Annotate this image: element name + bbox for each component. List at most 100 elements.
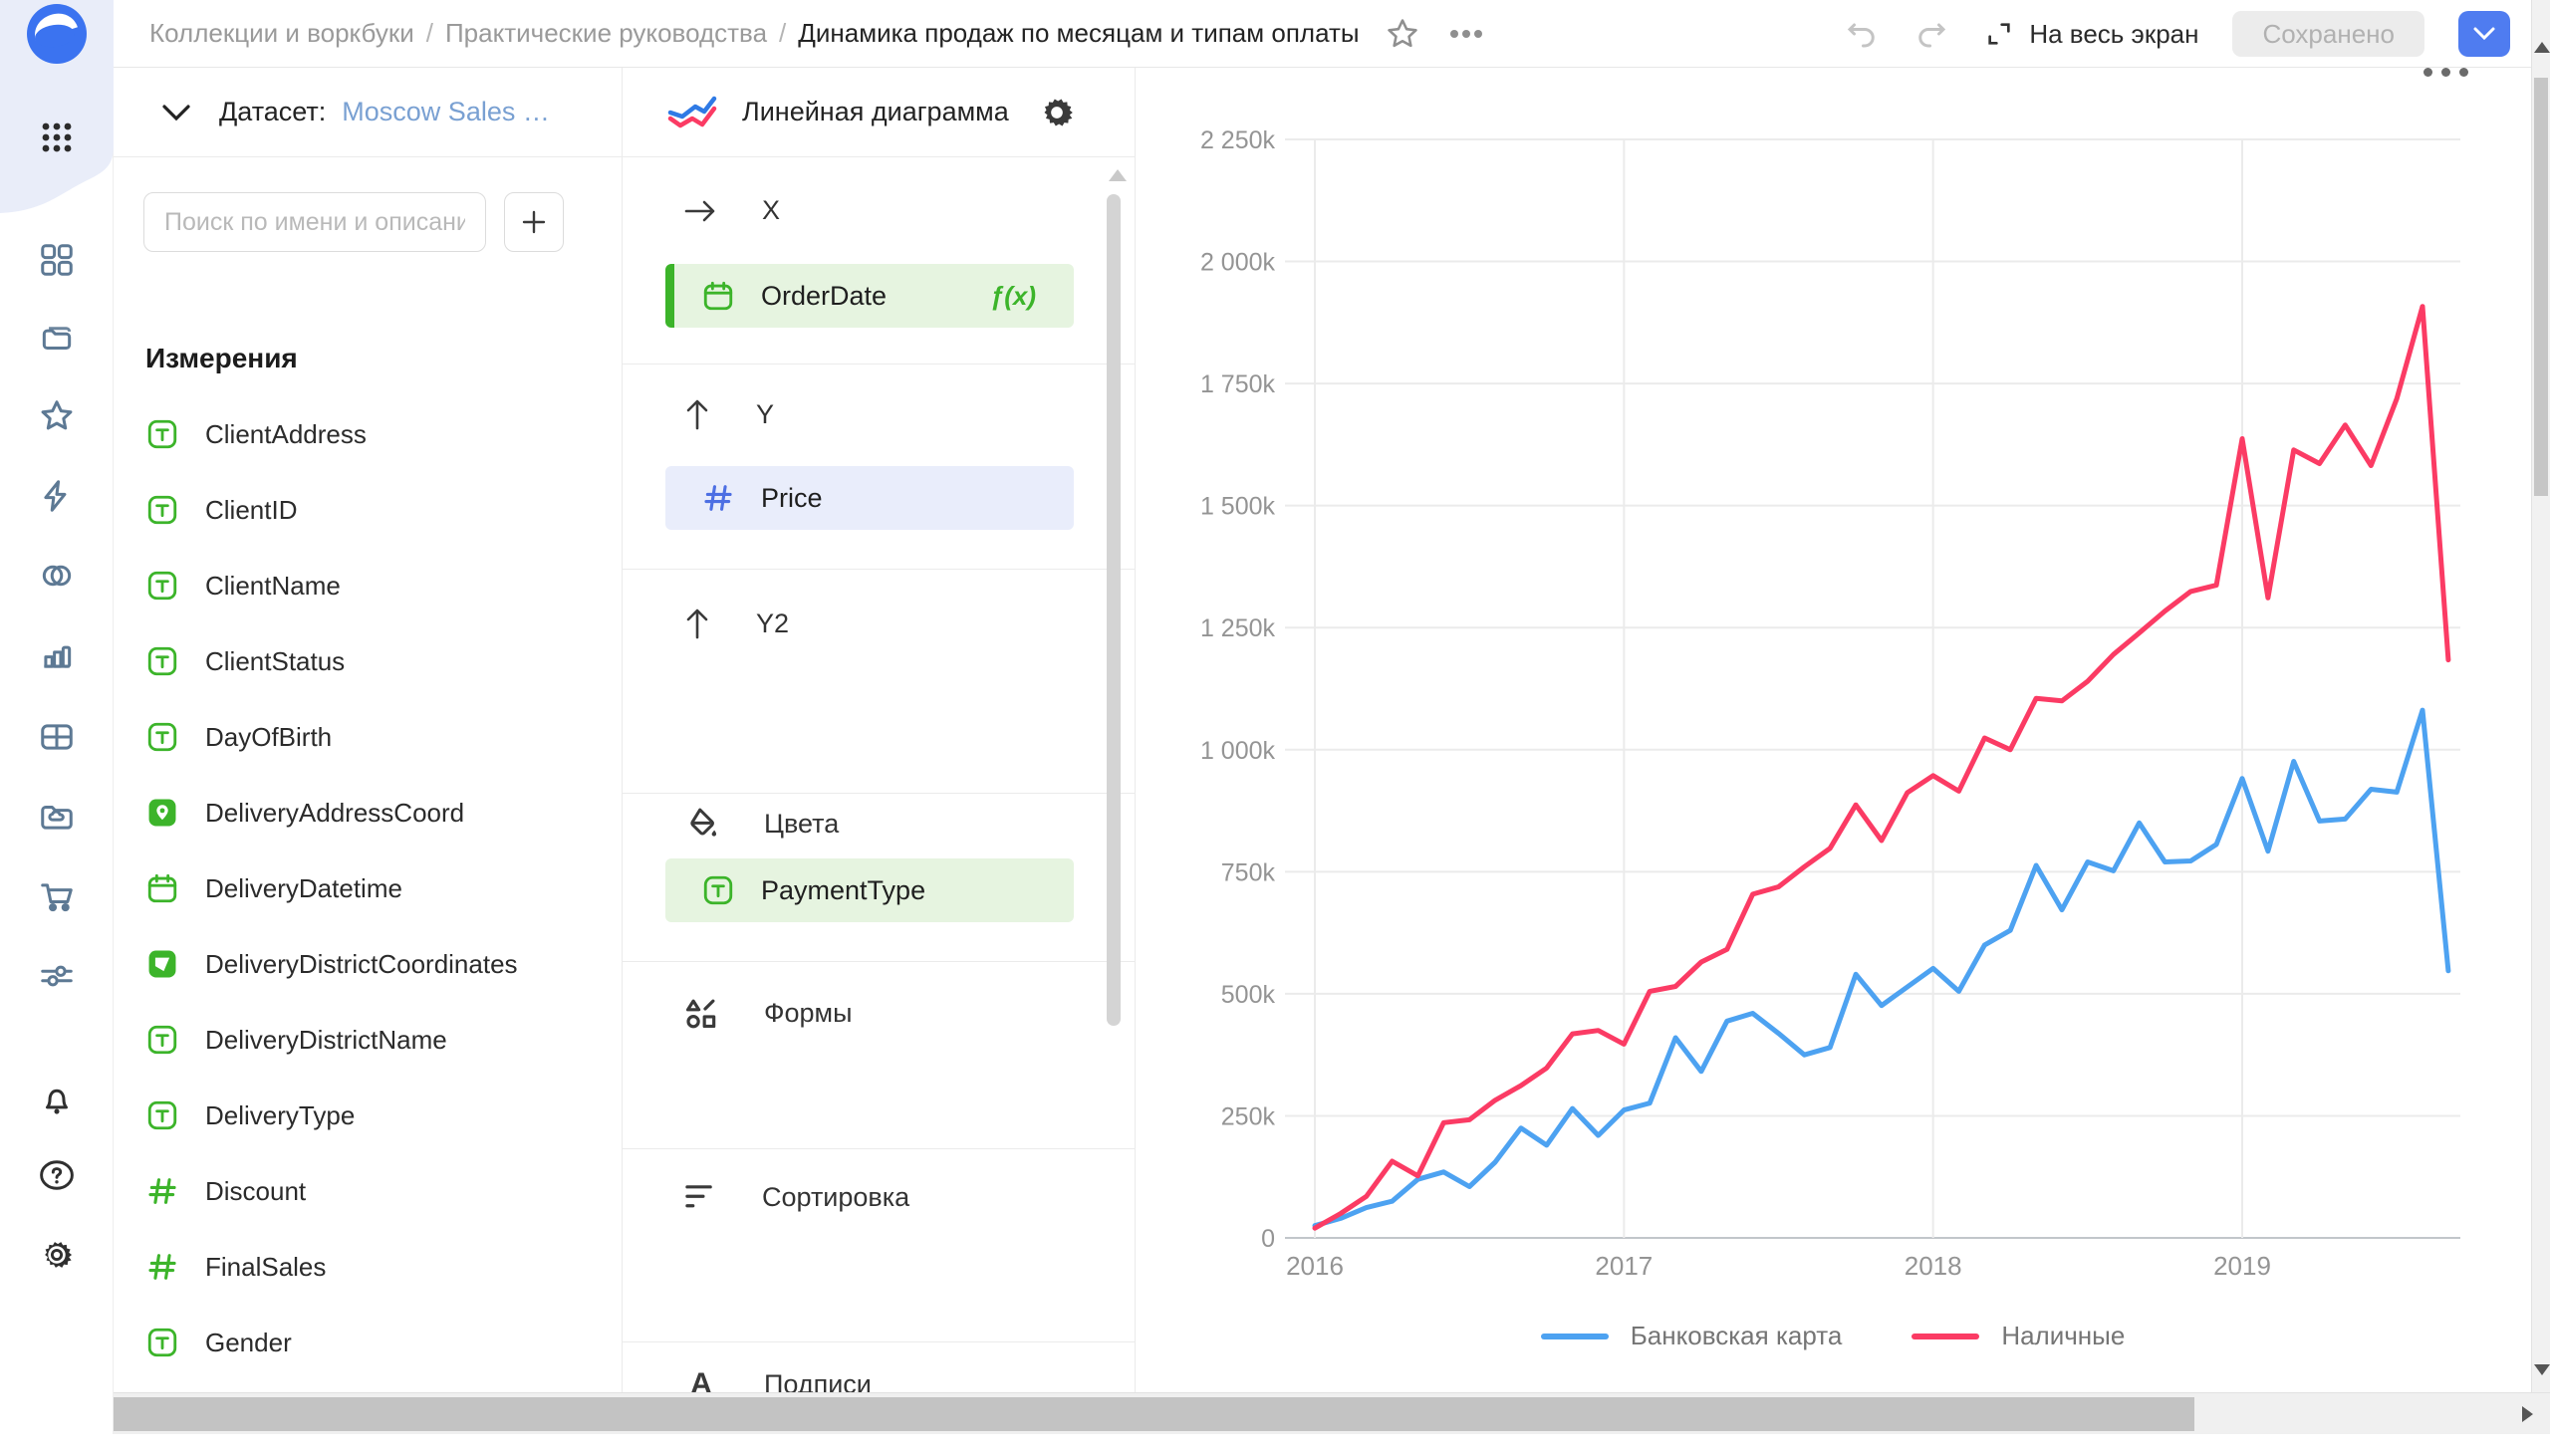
field-row[interactable]: DeliveryAddressCoord [114, 775, 582, 850]
vertical-scrollbar-thumb[interactable] [2534, 78, 2548, 496]
notifications-bell-icon[interactable] [0, 1072, 114, 1127]
pill-accent [665, 264, 674, 328]
chevron-down-icon [2473, 27, 2495, 41]
chart-more-menu-icon[interactable] [2423, 68, 2468, 77]
y-section-header: Y [682, 396, 774, 432]
services-icon[interactable] [0, 948, 114, 1004]
field-row[interactable]: ClientStatus [114, 623, 582, 699]
breadcrumb-item[interactable]: Коллекции и воркбуки [149, 18, 414, 49]
breadcrumb-item[interactable]: Практические руководства [445, 18, 767, 49]
fullscreen-button[interactable]: На весь экран [1983, 18, 2198, 50]
chart-settings-gear-icon[interactable] [1037, 93, 1077, 132]
line-chart-type-icon[interactable] [666, 93, 718, 132]
sort-icon [682, 1181, 718, 1213]
dataset-collapse-chevron-icon[interactable] [161, 104, 191, 121]
fullscreen-icon [1983, 18, 2015, 50]
field-type-string-icon [145, 569, 179, 603]
horizontal-scrollbar-thumb[interactable] [28, 1397, 2194, 1431]
field-type-string-icon [701, 873, 735, 907]
add-field-button[interactable] [504, 192, 564, 252]
undo-icon[interactable] [1844, 16, 1880, 52]
y-axis-tick-label: 2 000k [1200, 249, 1276, 277]
field-search-input[interactable] [143, 192, 486, 252]
field-row[interactable]: FinalSales [114, 1229, 582, 1305]
field-type-number-icon [701, 481, 735, 515]
charts-icon[interactable] [0, 627, 114, 683]
legend-item[interactable]: Наличные [1912, 1321, 2125, 1351]
y-axis-tick-label: 1 000k [1200, 737, 1276, 765]
breadcrumb-item[interactable]: Динамика продаж по месяцам и типам оплат… [798, 18, 1359, 49]
field-name: ClientID [205, 495, 297, 526]
field-name: DeliveryDistrictName [205, 1025, 447, 1056]
tables-icon[interactable] [0, 709, 114, 765]
marketplace-icon[interactable] [0, 868, 114, 924]
redo-icon[interactable] [1913, 16, 1949, 52]
favorites-icon[interactable] [0, 388, 114, 444]
field-row[interactable]: ClientID [114, 472, 582, 548]
field-row[interactable]: Gender [114, 1305, 582, 1380]
y-axis-tick-label: 1 750k [1200, 370, 1276, 398]
field-name: DeliveryType [205, 1100, 355, 1131]
x-field-pill[interactable]: OrderDate ƒ(x) [665, 264, 1074, 328]
fullscreen-label: На весь экран [2029, 19, 2198, 50]
breadcrumb-more-icon[interactable] [1449, 28, 1483, 40]
field-row[interactable]: Discount [114, 1153, 582, 1229]
y-axis-tick-label: 750k [1221, 858, 1276, 886]
scroll-right-arrow-icon[interactable] [2522, 1406, 2533, 1422]
save-menu-button[interactable] [2458, 11, 2510, 57]
config-header: Линейная диаграмма [623, 68, 1135, 157]
saved-button[interactable]: Сохранено [2232, 11, 2424, 57]
relations-icon[interactable] [0, 548, 114, 604]
field-type-string-icon [145, 1326, 179, 1359]
field-row[interactable]: ClientAddress [114, 396, 582, 472]
shapes-icon [682, 994, 720, 1032]
field-name: DeliveryDistrictCoordinates [205, 949, 518, 980]
color-field-pill[interactable]: PaymentType [665, 858, 1074, 922]
color-field-name: PaymentType [761, 875, 925, 906]
series-line[interactable] [1315, 710, 2448, 1226]
scroll-down-arrow-icon[interactable] [2534, 1364, 2550, 1375]
chart-type-label: Линейная диаграмма [742, 97, 1009, 127]
config-scrollbar-thumb[interactable] [1107, 194, 1121, 1026]
settings-gear-icon[interactable] [0, 1227, 114, 1283]
field-row[interactable]: DeliveryDistrictName [114, 1002, 582, 1078]
x-field-name: OrderDate [761, 281, 887, 312]
field-row[interactable]: DeliveryDistrictCoordinates [114, 926, 582, 1002]
field-type-string-icon [145, 493, 179, 527]
x-axis-tick-label: 2017 [1595, 1251, 1653, 1281]
formula-fx-icon[interactable]: ƒ(x) [990, 281, 1036, 312]
dimensions-section-title: Измерения [145, 343, 298, 374]
scroll-up-arrow-icon[interactable] [2534, 42, 2550, 53]
field-type-date-icon [701, 279, 735, 313]
datalens-logo[interactable] [0, 6, 114, 62]
series-line[interactable] [1315, 307, 2448, 1228]
field-row[interactable]: ClientName [114, 548, 582, 623]
legend-item[interactable]: Банковская карта [1541, 1321, 1843, 1351]
x-axis-tick-label: 2018 [1905, 1251, 1962, 1281]
field-row[interactable]: DeliveryDatetime [114, 850, 582, 926]
y2-section-label: Y2 [756, 608, 789, 639]
legend-label: Банковская карта [1631, 1321, 1843, 1351]
vertical-scrollbar[interactable] [2531, 0, 2550, 1392]
y-axis-tick-label: 1 500k [1200, 493, 1276, 521]
quick-actions-icon[interactable] [0, 468, 114, 524]
y-field-pill[interactable]: Price [665, 466, 1074, 530]
field-row[interactable]: DayOfBirth [114, 699, 582, 775]
arrow-right-icon [682, 196, 718, 226]
storage-icon[interactable] [0, 789, 114, 845]
dataset-name-link[interactable]: Moscow Sales … [342, 97, 550, 127]
field-row[interactable]: DeliveryType [114, 1078, 582, 1153]
config-scroll-up-icon[interactable] [1109, 169, 1127, 181]
apps-grid-icon[interactable] [0, 110, 114, 165]
dashboards-icon[interactable] [0, 232, 114, 288]
dataset-panel: Датасет: Moscow Sales … Измерения [114, 68, 623, 1392]
y2-section-header: Y2 [682, 606, 789, 641]
field-name: ClientStatus [205, 646, 345, 677]
help-icon[interactable] [0, 1147, 114, 1203]
field-name: DayOfBirth [205, 722, 332, 753]
field-name: FinalSales [205, 1252, 326, 1283]
horizontal-scrollbar[interactable] [0, 1392, 2550, 1434]
shapes-section-header: Формы [682, 994, 853, 1032]
favorite-star-icon[interactable] [1386, 17, 1419, 51]
collections-icon[interactable] [0, 311, 114, 366]
